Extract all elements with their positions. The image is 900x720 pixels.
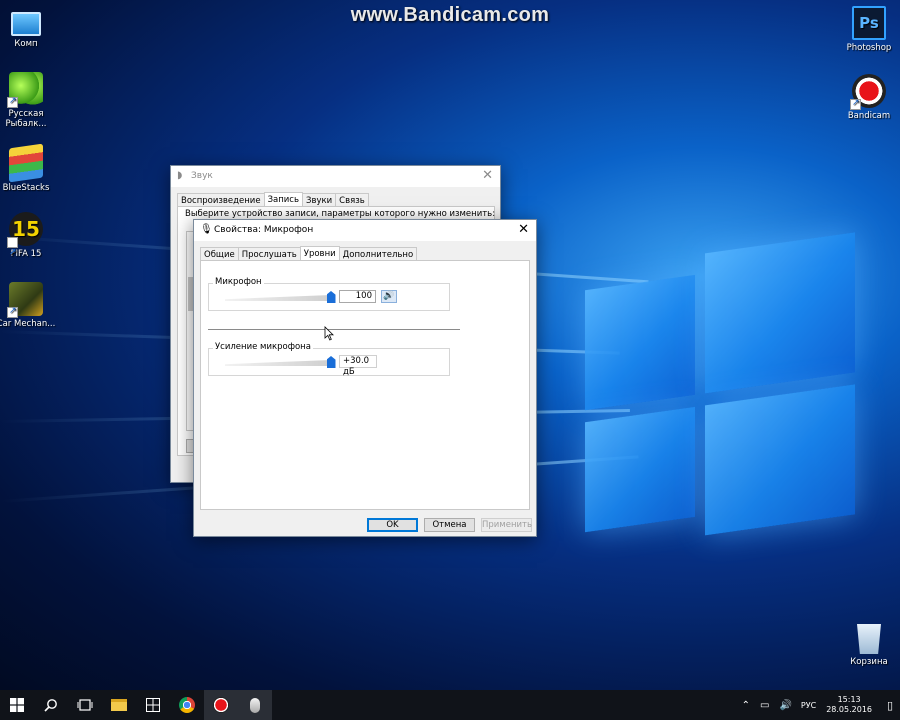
computer-icon [11, 12, 41, 36]
language-indicator[interactable]: РУС [801, 701, 816, 710]
cancel-button[interactable]: Отмена [424, 518, 475, 532]
shortcut-arrow-icon [850, 98, 861, 110]
sound-window-title: Звук [191, 171, 213, 181]
mic-window-title: Свойства: Микрофон [214, 225, 314, 235]
clock-date: 28.05.2016 [826, 705, 872, 714]
desktop-icon-bluestacks[interactable]: BlueStacks [0, 143, 56, 193]
mic-window-titlebar[interactable]: 🎙 Свойства: Микрофон ✕ [194, 220, 536, 241]
search-icon [44, 699, 57, 712]
folder-icon [111, 699, 127, 711]
chrome-icon [179, 697, 195, 713]
taskbar-sound-settings[interactable] [238, 690, 272, 720]
desktop-icon-label: Корзина [850, 657, 888, 667]
microphone-icon: 🎙 [200, 224, 213, 235]
windows-start-icon [10, 698, 24, 712]
speaker-icon: ◗ [177, 170, 183, 181]
desktop-icon-label: Комп [14, 39, 38, 49]
ok-button[interactable]: OK [367, 518, 418, 532]
notification-icon[interactable]: ▯ [880, 699, 900, 712]
section-divider [208, 329, 460, 330]
bandicam-watermark: www.Bandicam.com [350, 4, 550, 26]
bandicam-icon [850, 74, 886, 110]
volume-icon[interactable]: 🔊 [779, 700, 791, 711]
chevron-up-icon[interactable]: ⌃ [742, 700, 750, 711]
desktop-icon-label: BlueStacks [2, 183, 50, 193]
microphone-boost-label: Усиление микрофона [213, 342, 313, 352]
task-view-icon [77, 699, 93, 711]
close-icon[interactable]: ✕ [518, 222, 529, 237]
store-icon [146, 698, 160, 712]
close-icon[interactable]: ✕ [482, 168, 493, 183]
car-mechanic-icon [7, 282, 43, 318]
search-button[interactable] [34, 690, 68, 720]
photoshop-badge: Ps [859, 14, 879, 32]
record-icon [213, 697, 229, 713]
bluestacks-icon [9, 143, 43, 183]
boost-level-value: +30.0 дБ [339, 355, 377, 377]
taskbar-bandicam[interactable] [204, 690, 238, 720]
taskbar: ⌃ ▭ 🔊 РУС 15:13 28.05.2016 ▯ [0, 690, 900, 720]
butterfly-icon [7, 72, 43, 108]
mute-speaker-button[interactable]: 🔊 [381, 290, 397, 303]
system-tray: ⌃ ▭ 🔊 РУС 15:13 28.05.2016 ▯ [737, 690, 900, 720]
desktop-icon-label: Bandicam [847, 111, 891, 121]
desktop-icon-car-mechanic[interactable]: Car Mechan... [0, 282, 56, 329]
apply-button[interactable]: Применить [481, 518, 532, 532]
desktop-icon-recycle-bin[interactable]: Корзина [839, 624, 899, 667]
shortcut-arrow-icon [7, 96, 18, 108]
clock-time: 15:13 [837, 695, 861, 704]
desktop-icon-label: Photoshop [846, 43, 892, 53]
recycle-bin-icon [857, 624, 881, 654]
microphone-app-icon [250, 697, 260, 713]
desktop-icon-fishing[interactable]: Русская Рыбалк... [0, 72, 56, 129]
recording-instruction: Выберите устройство записи, параметры ко… [185, 209, 496, 219]
mouse-cursor-icon [324, 326, 334, 341]
levels-tab-page: Микрофон 100 🔊 Усиление микрофона +30.0 … [200, 260, 530, 510]
microphone-properties-window: 🎙 Свойства: Микрофон ✕ Общие Прослушать … [193, 219, 537, 537]
taskbar-store[interactable] [136, 690, 170, 720]
taskbar-chrome[interactable] [170, 690, 204, 720]
microphone-label: Микрофон [213, 277, 264, 287]
desktop-icon-label: Car Mechan... [0, 319, 56, 329]
task-view-button[interactable] [68, 690, 102, 720]
desktop-icon-computer[interactable]: Комп [0, 8, 56, 49]
desktop-icon-label: Русская Рыбалк... [5, 109, 47, 129]
desktop-icon-bandicam[interactable]: Bandicam [839, 74, 899, 121]
photoshop-icon: Ps [852, 6, 886, 40]
clock[interactable]: 15:13 28.05.2016 [826, 695, 872, 715]
start-button[interactable] [0, 690, 34, 720]
desktop-icon-fifa[interactable]: 15 FIFA 15 [0, 212, 56, 270]
desktop-icon-photoshop[interactable]: Ps Photoshop [839, 6, 899, 53]
taskbar-file-explorer[interactable] [102, 690, 136, 720]
network-icon[interactable]: ▭ [760, 700, 769, 711]
sound-window-titlebar[interactable]: ◗ Звук ✕ [171, 166, 500, 187]
shortcut-arrow-icon [7, 306, 18, 318]
fifa-icon: 15 [7, 212, 43, 270]
microphone-level-value[interactable]: 100 [339, 290, 376, 303]
shortcut-arrow-icon [7, 236, 18, 270]
windows-logo-wallpaper [585, 200, 900, 581]
